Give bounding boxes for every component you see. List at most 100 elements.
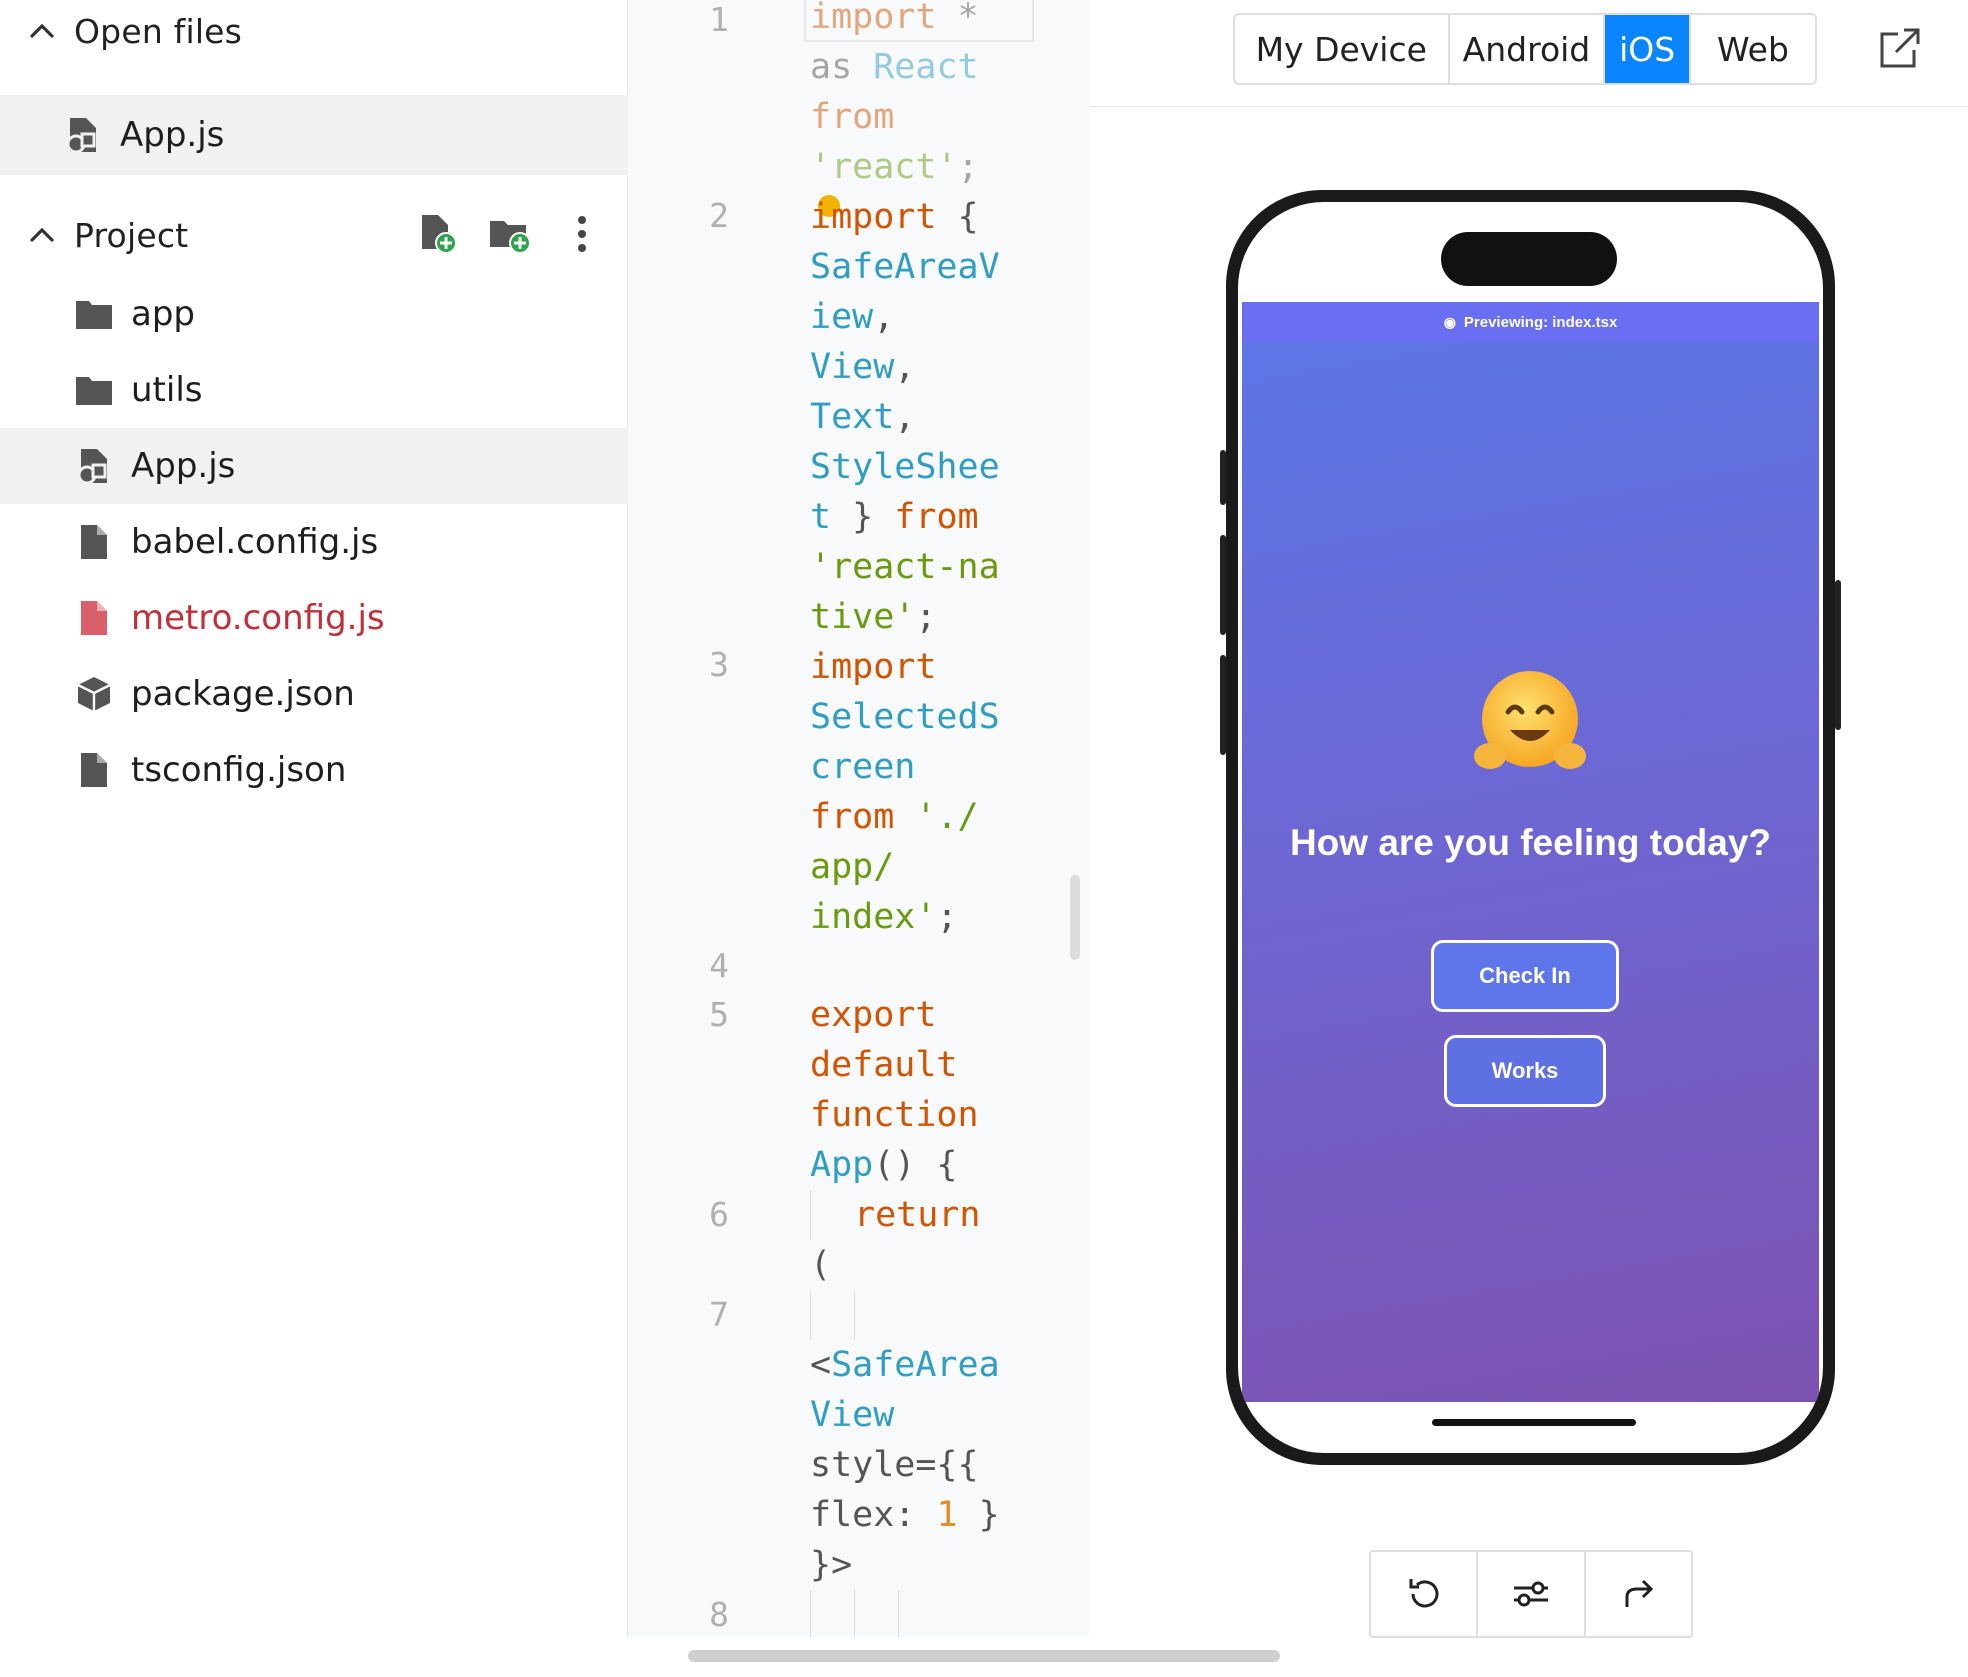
code-line: 'react';	[810, 142, 979, 192]
more-options-icon[interactable]	[560, 212, 604, 256]
project-item-label: app	[131, 294, 195, 334]
project-item-package-json[interactable]: package.json	[0, 656, 628, 732]
tab-web[interactable]: Web	[1691, 15, 1815, 83]
code-line: View	[810, 1390, 894, 1440]
code-token: style={{	[810, 1445, 979, 1485]
code-token: StyleShee	[810, 447, 1000, 487]
phone-side-button	[1220, 450, 1226, 505]
project-item-label: babel.config.js	[131, 522, 379, 562]
indent-guide	[854, 1290, 855, 1340]
code-line: SafeAreaV	[810, 242, 1000, 292]
check-in-button[interactable]: Check In	[1431, 940, 1619, 1012]
project-header[interactable]: Project	[0, 200, 628, 270]
phone-side-button	[1220, 535, 1226, 635]
code-line: app/	[810, 842, 894, 892]
file-sidebar: Open files App.js Project app utils App.…	[0, 0, 628, 1637]
code-line: StyleShee	[810, 442, 1000, 492]
horizontal-scrollbar[interactable]	[688, 1650, 1280, 1662]
share-button[interactable]	[1586, 1552, 1691, 1636]
code-token: from	[810, 97, 895, 137]
code-line: from	[810, 92, 894, 142]
code-line: as React	[810, 42, 979, 92]
tab-ios[interactable]: iOS	[1605, 15, 1691, 83]
phone-screen: ◉ Previewing: index.tsx How are you feel…	[1238, 202, 1823, 1453]
code-line: style={{	[810, 1440, 979, 1490]
code-token: ,	[873, 297, 895, 337]
code-token: function	[810, 1095, 979, 1135]
project-item-app-folder[interactable]: app	[0, 276, 628, 352]
project-item-tsconfig[interactable]: tsconfig.json	[0, 732, 628, 808]
code-token: import	[810, 0, 937, 37]
code-line: import {	[810, 192, 979, 242]
js-file-icon	[75, 447, 113, 485]
code-token: ;	[915, 597, 937, 637]
code-token: import	[810, 647, 937, 687]
add-file-icon[interactable]	[416, 212, 460, 256]
feeling-heading: How are you feeling today?	[1289, 822, 1772, 863]
code-token: index'	[810, 897, 937, 937]
code-token: View	[810, 347, 895, 387]
tab-android[interactable]: Android	[1450, 15, 1606, 83]
tab-my-device[interactable]: My Device	[1235, 15, 1450, 83]
code-line: <SafeArea	[810, 1340, 1000, 1390]
app-screen: ◉ Previewing: index.tsx How are you feel…	[1242, 302, 1819, 1402]
code-token: from	[894, 497, 979, 537]
code-token: React	[852, 47, 979, 87]
preview-toolbar: My Device Android iOS Web	[1090, 0, 1968, 107]
code-line: App() {	[810, 1140, 958, 1190]
code-token: ,	[894, 347, 916, 387]
project-item-metro-config[interactable]: metro.config.js	[0, 580, 628, 656]
code-token: App	[810, 1145, 874, 1185]
indent-guide	[810, 1590, 811, 1637]
code-token: }	[957, 1495, 1000, 1535]
package-icon	[75, 675, 113, 713]
code-line: import	[810, 642, 936, 692]
indent-guide	[810, 1190, 811, 1240]
folder-icon	[75, 371, 113, 409]
code-token: () {	[873, 1145, 958, 1185]
open-external-icon[interactable]	[1876, 24, 1924, 72]
project-item-app-js[interactable]: App.js	[0, 428, 628, 504]
line-number: 5	[709, 995, 729, 1034]
preview-controls	[1369, 1550, 1693, 1638]
file-icon	[75, 751, 113, 789]
settings-button[interactable]	[1478, 1552, 1586, 1636]
code-line: index';	[810, 892, 958, 942]
line-number: 2	[709, 196, 729, 235]
line-number: 4	[709, 946, 729, 985]
code-token: }>	[810, 1545, 853, 1585]
code-token: from	[810, 797, 895, 837]
code-token: app/	[810, 847, 895, 887]
add-folder-icon[interactable]	[488, 212, 532, 256]
code-token: {	[936, 197, 979, 237]
project-actions	[416, 212, 604, 256]
code-token: export	[810, 995, 937, 1035]
code-line: return	[854, 1190, 980, 1240]
code-token: 'react-na	[810, 547, 1000, 587]
reload-icon	[1409, 1579, 1439, 1608]
code-token: SafeAreaV	[810, 247, 1000, 287]
code-token: import	[810, 197, 937, 237]
project-item-utils-folder[interactable]: utils	[0, 352, 628, 428]
project-item-babel-config[interactable]: babel.config.js	[0, 504, 628, 580]
line-number: 6	[709, 1195, 729, 1234]
reload-button[interactable]	[1371, 1552, 1479, 1636]
code-token: ;	[957, 147, 979, 187]
divider	[0, 173, 628, 174]
code-line: t } from	[810, 492, 979, 542]
device-preview-panel: My Device Android iOS Web ◉ Previewing: …	[1090, 0, 1968, 1638]
code-token: *	[936, 0, 979, 37]
editor-vertical-scrollbar[interactable]	[1070, 875, 1080, 960]
folder-icon	[75, 295, 113, 333]
file-icon	[75, 599, 113, 637]
open-file-app-js[interactable]: App.js	[0, 95, 628, 175]
open-files-header[interactable]: Open files	[0, 0, 628, 66]
code-token: t	[810, 497, 832, 537]
code-editor[interactable]: 1 2 3 4 5 6 7 8 import * as React from '…	[629, 0, 1089, 1637]
works-button[interactable]: Works	[1444, 1035, 1606, 1107]
code-token: 1	[936, 1495, 958, 1535]
code-token: View	[810, 1395, 895, 1435]
code-token: ;	[936, 897, 958, 937]
chevron-up-icon	[30, 23, 54, 38]
chevron-up-icon	[30, 227, 54, 242]
